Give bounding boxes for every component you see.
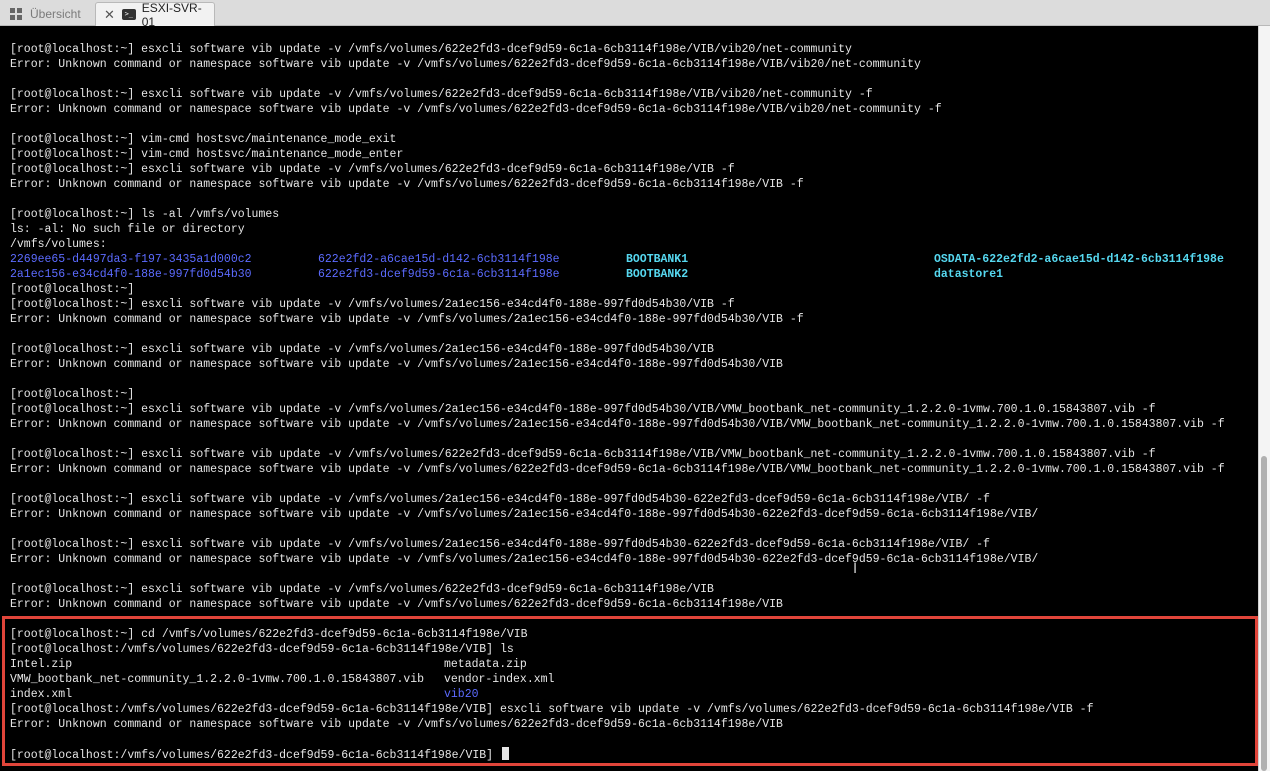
terminal-line: [root@localhost:~] esxcli software vib u… [10, 493, 990, 506]
listing-entry: vendor-index.xml [444, 673, 555, 686]
listing-row: Intel.zip metadata.zip [10, 657, 1255, 672]
terminal-line: [root@localhost:~] esxcli software vib u… [10, 403, 1156, 416]
terminal-line: [root@localhost:~] esxcli software vib u… [10, 538, 990, 551]
terminal-line: ls: -al: No such file or directory [10, 223, 245, 236]
terminal-line: Error: Unknown command or namespace soft… [10, 463, 1225, 476]
tab-overview-label: Übersicht [30, 7, 81, 21]
terminal-line: [root@localhost:~] esxcli software vib u… [10, 88, 873, 101]
vertical-scrollbar[interactable] [1258, 26, 1270, 771]
terminal-line: Error: Unknown command or namespace soft… [10, 313, 804, 326]
listing-entry: 2269ee65-d4497da3-f197-3435a1d000c2 [10, 253, 252, 266]
prompt-line[interactable]: [root@localhost:/vmfs/volumes/622e2fd3-d… [10, 747, 1255, 762]
terminal-line: Error: Unknown command or namespace soft… [10, 418, 1225, 431]
listing-entry: VMW_bootbank_net-community_1.2.2.0-1vmw.… [10, 673, 425, 686]
close-icon[interactable]: ✕ [104, 7, 115, 23]
listing-entry: BOOTBANK1 [626, 253, 689, 266]
terminal-line: [root@localhost:~] vim-cmd hostsvc/maint… [10, 133, 397, 146]
terminal-line: Error: Unknown command or namespace soft… [10, 553, 1039, 566]
terminal-output[interactable]: [root@localhost:~] esxcli software vib u… [0, 26, 1258, 771]
terminal-line: [root@localhost:~] esxcli software vib u… [10, 343, 714, 356]
listing-entry: 622e2fd2-a6cae15d-d142-6cb3114f198e [318, 253, 560, 266]
listing-entry: metadata.zip [444, 658, 527, 671]
terminal-line: Error: Unknown command or namespace soft… [10, 103, 942, 116]
terminal-line: [root@localhost:~] vim-cmd hostsvc/maint… [10, 148, 404, 161]
terminal-line: [root@localhost:/vmfs/volumes/622e2fd3-d… [10, 643, 514, 656]
terminal-line: Error: Unknown command or namespace soft… [10, 178, 804, 191]
terminal-line: [root@localhost:~] esxcli software vib u… [10, 43, 852, 56]
terminal-line: Error: Unknown command or namespace soft… [10, 598, 783, 611]
listing-entry: BOOTBANK2 [626, 268, 689, 281]
terminal-line: [root@localhost:~] cd /vmfs/volumes/622e… [10, 628, 528, 641]
terminal-line: /vmfs/volumes: [10, 238, 107, 251]
listing-entry: vib20 [444, 688, 479, 701]
terminal-lines: [root@localhost:~] esxcli software vib u… [10, 42, 1255, 762]
listing-entry: datastore1 [934, 268, 1004, 281]
terminal-cursor [501, 747, 509, 760]
terminal-line: Error: Unknown command or namespace soft… [10, 358, 783, 371]
listing-row: index.xml vib20 [10, 687, 1255, 702]
text-cursor-icon: I [853, 561, 858, 577]
terminal-line: [root@localhost:/vmfs/volumes/622e2fd3-d… [10, 703, 1094, 716]
listing-entry: OSDATA-622e2fd2-a6cae15d-d142-6cb3114f19… [934, 253, 1224, 266]
grid-icon [10, 8, 22, 20]
terminal-line: [root@localhost:~] esxcli software vib u… [10, 298, 735, 311]
listing-entry: 622e2fd3-dcef9d59-6c1a-6cb3114f198e [318, 268, 560, 281]
tab-esxi-svr-01[interactable]: ✕ >_ ESXI-SVR-01 [95, 0, 215, 29]
terminal-line: [root@localhost:~] [10, 283, 135, 296]
listing-entry: 2a1ec156-e34cd4f0-188e-997fd0d54b30 [10, 268, 252, 281]
scrollbar-thumb[interactable] [1261, 456, 1267, 771]
terminal-icon: >_ [121, 9, 136, 20]
tab-overview[interactable]: Übersicht [4, 2, 92, 26]
prompt-text: [root@localhost:/vmfs/volumes/622e2fd3-d… [10, 749, 500, 762]
listing-entry: Intel.zip [10, 658, 73, 671]
terminal-line: [root@localhost:~] esxcli software vib u… [10, 163, 735, 176]
terminal-line: Error: Unknown command or namespace soft… [10, 718, 783, 731]
listing-row: 2a1ec156-e34cd4f0-188e-997fd0d54b30 622e2… [10, 267, 1255, 282]
tab-bar: Übersicht ✕ >_ ESXI-SVR-01 [0, 0, 1270, 29]
listing-row: 2269ee65-d4497da3-f197-3435a1d000c2 622e2… [10, 252, 1255, 267]
terminal-line: [root@localhost:~] ls -al /vmfs/volumes [10, 208, 280, 221]
terminal-line: [root@localhost:~] esxcli software vib u… [10, 448, 1156, 461]
terminal-line: [root@localhost:~] esxcli software vib u… [10, 583, 714, 596]
listing-row: VMW_bootbank_net-community_1.2.2.0-1vmw.… [10, 672, 1255, 687]
tab-esxi-label: ESXI-SVR-01 [141, 0, 202, 29]
listing-entry: index.xml [10, 688, 73, 701]
terminal-line: Error: Unknown command or namespace soft… [10, 508, 1039, 521]
terminal-line: [root@localhost:~] [10, 388, 135, 401]
terminal-line: Error: Unknown command or namespace soft… [10, 58, 921, 71]
